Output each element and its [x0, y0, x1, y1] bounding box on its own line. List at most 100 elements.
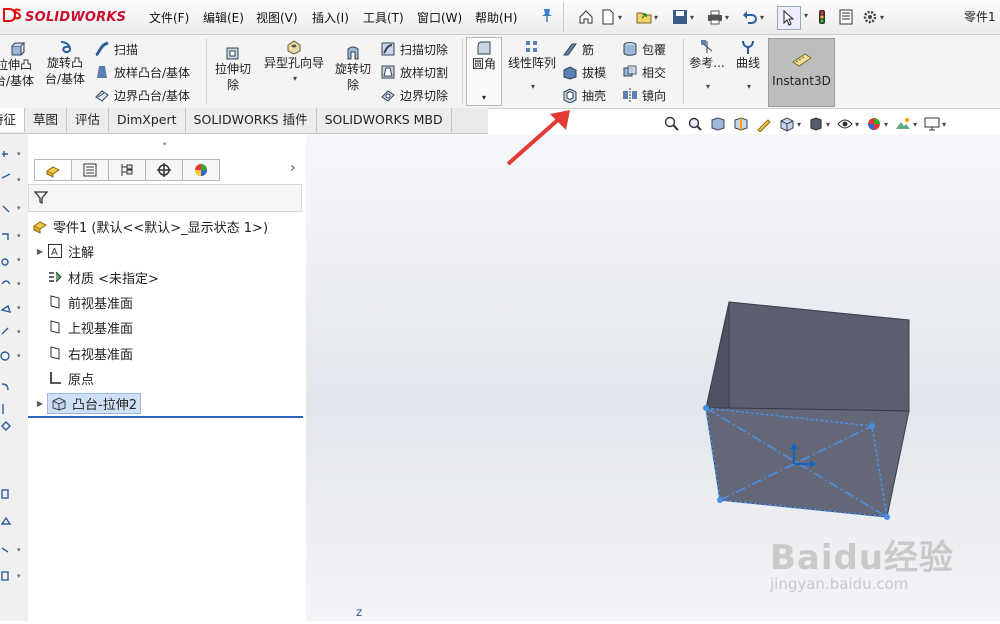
open-button[interactable]: ▾: [636, 6, 658, 28]
menu-help[interactable]: 帮助(H): [475, 9, 517, 26]
tab-evaluate[interactable]: 评估: [67, 108, 110, 132]
curves-button[interactable]: 曲线 ▾: [730, 39, 766, 95]
menu-insert[interactable]: 插入(I): [312, 9, 349, 26]
tab-solidworks-addins[interactable]: SOLIDWORKS 插件: [185, 108, 317, 132]
select-dropdown-icon[interactable]: ▾: [804, 11, 808, 20]
tree-root-label: 零件1 (默认<<默认>_显示状态 1>): [53, 220, 269, 236]
wrap-button[interactable]: 包覆: [622, 39, 666, 59]
svg-text:▾: ▾: [17, 176, 21, 184]
select-button[interactable]: [777, 6, 801, 30]
fillet-button[interactable]: 圆角: [466, 37, 502, 93]
boundary-cut-button[interactable]: 边界切除: [380, 85, 448, 105]
reference-dropdown-icon[interactable]: ▾: [706, 79, 710, 95]
tree-item-top-plane[interactable]: 上视基准面: [33, 316, 133, 338]
tab-solidworks-mbd[interactable]: SOLIDWORKS MBD: [316, 108, 452, 132]
new-document-button[interactable]: ▾: [600, 6, 622, 28]
tab-sketch[interactable]: 草图: [25, 108, 68, 132]
pin-icon[interactable]: [541, 8, 553, 26]
undo-button[interactable]: ▾: [742, 6, 764, 28]
scene-button[interactable]: ▾: [895, 116, 917, 132]
section-view-icon[interactable]: [733, 116, 749, 132]
box-front-face[interactable]: [705, 407, 910, 518]
panel-grip-icon[interactable]: •: [162, 140, 167, 150]
feature-tree-icon: [46, 166, 60, 178]
chevron-right-icon[interactable]: ›: [290, 160, 296, 176]
plane-icon: [50, 320, 60, 334]
rollback-bar[interactable]: [28, 416, 303, 418]
revolve-boss-button[interactable]: 旋转凸 台/基体: [42, 39, 88, 87]
hole-wizard-dropdown-icon[interactable]: ▾: [293, 71, 297, 87]
instant3d-button[interactable]: Instant3D: [768, 38, 835, 107]
linear-pattern-button[interactable]: 线性阵列 ▾: [504, 39, 560, 95]
shell-button[interactable]: 抽壳: [562, 85, 606, 105]
tree-root-part[interactable]: 零件1 (默认<<默认>_显示状态 1>): [28, 215, 268, 237]
menu-edit[interactable]: 编辑(E): [203, 9, 244, 26]
tab-property-manager[interactable]: [71, 159, 108, 181]
tab-feature-tree[interactable]: [34, 159, 71, 181]
zoom-to-fit-icon[interactable]: [664, 116, 680, 132]
expand-arrow-icon[interactable]: ▶: [33, 399, 47, 408]
tab-configuration-manager[interactable]: [108, 159, 145, 181]
lofted-cut-label: 放样切割: [400, 65, 449, 80]
view-settings-button[interactable]: ▾: [924, 116, 946, 132]
home-button[interactable]: [578, 6, 594, 28]
swept-cut-button[interactable]: 扫描切除: [380, 39, 448, 59]
reference-geometry-button[interactable]: 参考... ▾: [688, 39, 726, 95]
extrude-boss-button[interactable]: 拉伸凸 台/基体: [0, 41, 34, 89]
loft-boss-button[interactable]: 放样凸台/基体: [94, 62, 190, 82]
mirror-button[interactable]: 镜向: [622, 85, 666, 105]
lofted-cut-button[interactable]: 放样切割: [380, 62, 448, 82]
fillet-dropdown[interactable]: ▾: [466, 91, 502, 106]
wrap-icon: [623, 42, 637, 56]
tab-display-manager[interactable]: [182, 159, 220, 181]
edit-appearance-button[interactable]: ▾: [866, 116, 888, 132]
sweep-button[interactable]: 扫描: [94, 39, 138, 59]
menu-window[interactable]: 窗口(W): [417, 9, 462, 26]
sketch-tools-icons[interactable]: ▾ ▾ ▾ ▾ ▾ ▾ ▾ ▾ ▾ ▾ ▾: [0, 134, 28, 621]
linear-pattern-dropdown-icon[interactable]: ▾: [531, 79, 535, 95]
menu-bar: SOLIDWORKS 文件(F) 编辑(E) 视图(V) 插入(I) 工具(T)…: [0, 0, 1000, 35]
revolve-cut-icon: [347, 46, 359, 60]
tree-item-right-plane[interactable]: 右视基准面: [33, 342, 133, 364]
boundary-boss-button[interactable]: 边界凸台/基体: [94, 85, 190, 105]
options-button[interactable]: ▾: [862, 6, 884, 28]
revolve-cut-button[interactable]: 旋转切 除: [332, 45, 374, 93]
tab-sketch-label: 草图: [33, 112, 59, 127]
fillet-label: 圆角: [471, 57, 496, 71]
tree-item-boss-extrude2[interactable]: ▶ 凸台-拉伸2: [33, 392, 141, 414]
extrude-cut-button[interactable]: 拉伸切 除: [212, 45, 254, 93]
filter-bar[interactable]: [28, 184, 302, 212]
draft-button[interactable]: 拔模: [562, 62, 606, 82]
print-button[interactable]: ▾: [707, 6, 729, 28]
tree-item-annotations[interactable]: ▶ A 注解: [33, 240, 94, 262]
extrude-feature-icon: [52, 397, 66, 411]
tree-item-origin[interactable]: 原点: [33, 367, 94, 389]
intersect-button[interactable]: 相交: [622, 62, 666, 82]
curves-dropdown-icon[interactable]: ▾: [747, 79, 751, 95]
tab-features[interactable]: 特征: [0, 108, 25, 132]
menu-view[interactable]: 视图(V): [256, 9, 298, 26]
hole-wizard-button[interactable]: 异型孔向导 ▾: [258, 39, 330, 87]
display-style-button[interactable]: ▾: [808, 116, 830, 132]
rib-button[interactable]: 筋: [562, 39, 594, 59]
linear-pattern-label: 线性阵列: [507, 56, 556, 70]
zoom-to-area-icon[interactable]: [687, 116, 703, 132]
file-properties-button[interactable]: [838, 6, 854, 28]
box-left-face[interactable]: [705, 301, 730, 409]
expand-arrow-icon[interactable]: ▶: [33, 247, 47, 256]
previous-view-icon[interactable]: [710, 116, 726, 132]
hide-show-button[interactable]: ▾: [837, 116, 859, 132]
tree-item-front-plane[interactable]: 前视基准面: [33, 291, 133, 313]
menu-file[interactable]: 文件(F): [149, 9, 189, 26]
tree-item-material[interactable]: 材质 <未指定>: [33, 266, 159, 288]
save-button[interactable]: ▾: [672, 6, 694, 28]
tab-dimxpert-manager[interactable]: [145, 159, 182, 181]
menu-tools[interactable]: 工具(T): [363, 9, 404, 26]
solidworks-logo[interactable]: SOLIDWORKS: [2, 4, 126, 30]
box-top-face[interactable]: [728, 301, 910, 412]
dynamic-annotation-icon[interactable]: [756, 116, 772, 132]
view-orientation-button[interactable]: ▾: [779, 116, 801, 132]
svg-text:▾: ▾: [17, 150, 21, 158]
tab-dimxpert[interactable]: DimXpert: [109, 108, 186, 132]
rebuild-button[interactable]: [814, 6, 830, 28]
